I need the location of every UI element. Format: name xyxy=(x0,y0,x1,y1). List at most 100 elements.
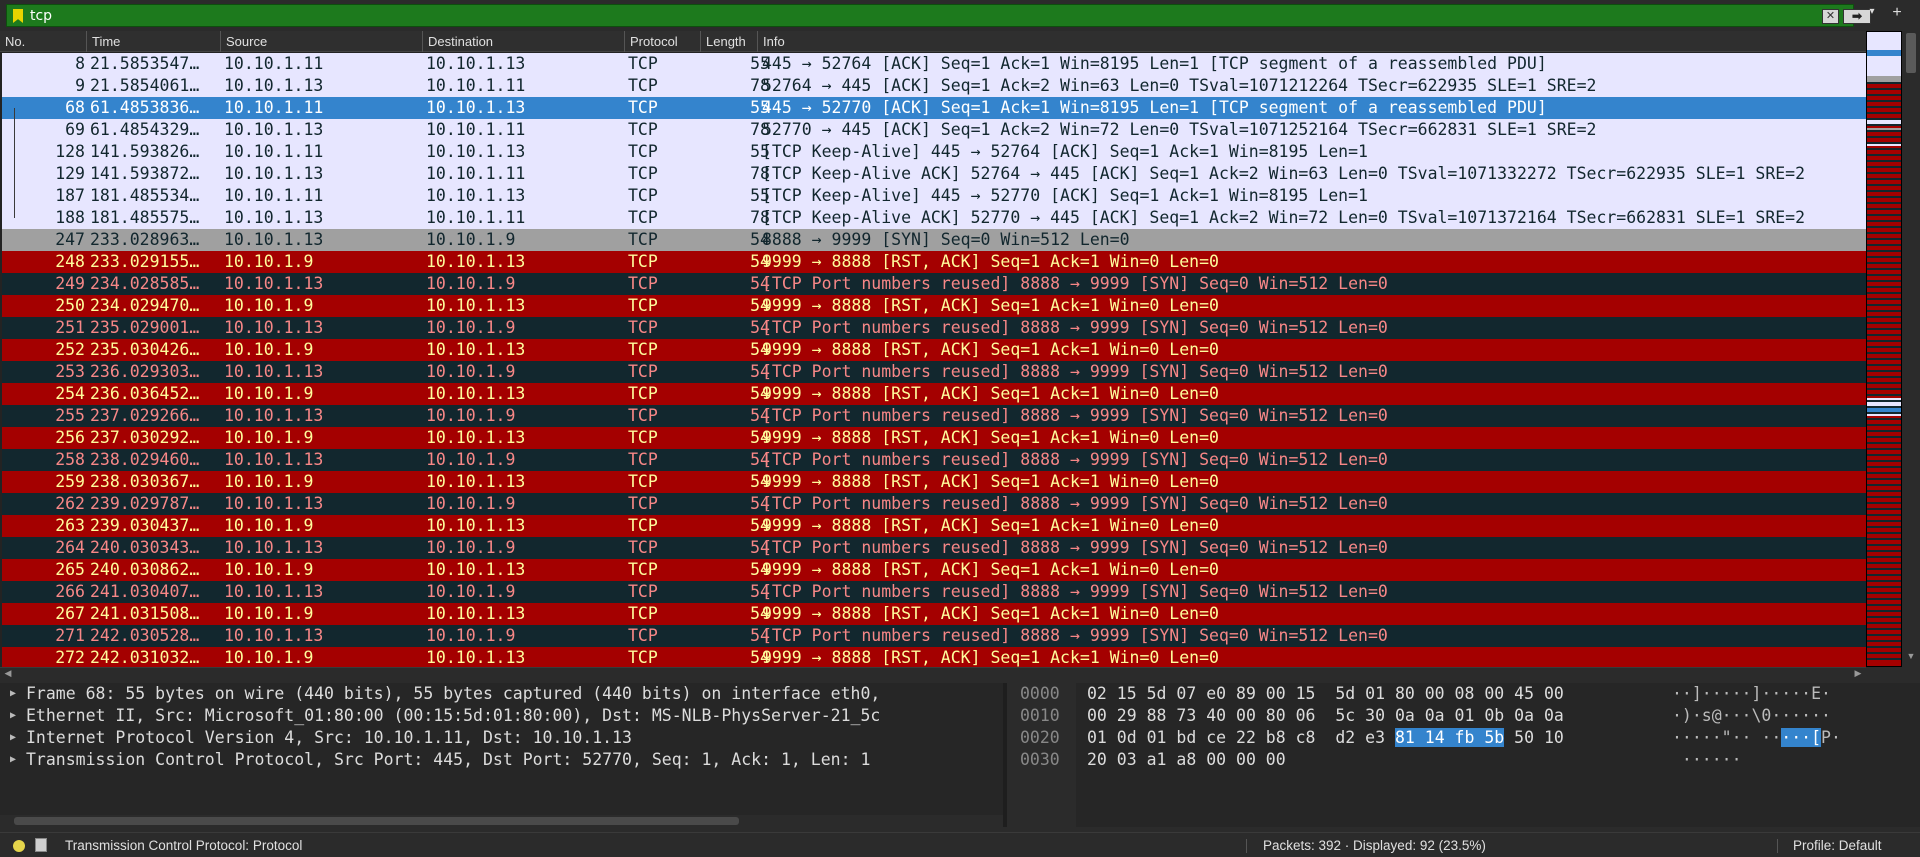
packet-cell-proto: TCP xyxy=(628,472,658,491)
packet-row[interactable]: 259 238.030367… 10.10.1.9 10.10.1.13 TCP 54 99… xyxy=(2,471,1866,493)
scroll-right-arrow-icon[interactable]: ▶ xyxy=(1852,668,1864,679)
scroll-left-arrow-icon[interactable]: ◀ xyxy=(2,668,14,679)
bytes-row[interactable]: 0030 20 03 a1 a8 00 00 00 ······ xyxy=(1007,749,1920,771)
minimap-stripe xyxy=(1867,340,1901,342)
vertical-scrollbar[interactable]: ▼ xyxy=(1904,31,1918,667)
packet-row[interactable]: 262 239.029787… 10.10.1.13 10.10.1.9 TCP 54 [T… xyxy=(2,493,1866,515)
minimap-stripe xyxy=(1867,376,1901,378)
packet-details-pane[interactable]: ▶ Frame 68: 55 bytes on wire (440 bits),… xyxy=(0,683,1003,824)
column-header-info[interactable]: Info xyxy=(758,31,1866,52)
packet-cell-dst: 10.10.1.13 xyxy=(426,142,526,161)
detail-row-ip[interactable]: ▶ Internet Protocol Version 4, Src: 10.1… xyxy=(0,727,1003,749)
bytes-row[interactable]: 0020 01 0d 01 bd ce 22 b8 c8 d2 e3 81 14 … xyxy=(1007,727,1920,749)
packet-row[interactable]: 129 141.593872… 10.10.1.13 10.10.1.11 TCP 78[… xyxy=(2,163,1866,185)
minimap-segment xyxy=(1867,32,1901,50)
ascii-bytes[interactable]: ··]·····]·····E· xyxy=(1672,683,1831,705)
packet-row[interactable]: 256 237.030292… 10.10.1.9 10.10.1.13 TCP 54 99… xyxy=(2,427,1866,449)
status-profile[interactable]: Profile: Default xyxy=(1793,838,1882,853)
packet-row[interactable]: 254 236.036452… 10.10.1.9 10.10.1.13 TCP 54 99… xyxy=(2,383,1866,405)
expert-info-icon[interactable] xyxy=(13,840,25,852)
packet-row[interactable]: 8 21.5853547… 10.10.1.11 10.10.1.13 TCP 55 445… xyxy=(2,53,1866,75)
ascii-bytes[interactable]: ·)·s@···\0······ xyxy=(1672,705,1831,727)
bookmark-icon[interactable] xyxy=(13,9,23,23)
scrollbar-thumb[interactable] xyxy=(1906,33,1916,73)
packet-row[interactable]: 252 235.030426… 10.10.1.9 10.10.1.13 TCP 54 99… xyxy=(2,339,1866,361)
expand-arrow-icon[interactable]: ▶ xyxy=(10,727,16,749)
packet-row[interactable]: 271 242.030528… 10.10.1.13 10.10.1.9 TCP 54 [T… xyxy=(2,625,1866,647)
packet-cell-src: 10.10.1.11 xyxy=(224,186,324,205)
expand-arrow-icon[interactable]: ▶ xyxy=(10,705,16,727)
packet-cell-time: 236.029303… xyxy=(90,362,200,381)
packet-row[interactable]: 264 240.030343… 10.10.1.13 10.10.1.9 TCP 54 [T… xyxy=(2,537,1866,559)
detail-row-tcp[interactable]: ▶ Transmission Control Protocol, Src Por… xyxy=(0,749,1003,771)
packet-cell-src: 10.10.1.13 xyxy=(224,538,324,557)
column-header-source[interactable]: Source xyxy=(221,31,423,52)
packet-row[interactable]: 188 181.485575… 10.10.1.13 10.10.1.11 TCP 78[… xyxy=(2,207,1866,229)
hex-bytes[interactable]: 20 03 a1 a8 00 00 00 xyxy=(1087,749,1286,771)
clear-filter-button[interactable]: ✕ xyxy=(1822,9,1839,24)
details-horizontal-scrollbar[interactable] xyxy=(0,815,1003,827)
packet-cell-info: 8888 → 9999 [SYN] Seq=0 Win=512 Len=0 xyxy=(762,230,1130,249)
packet-row[interactable]: 266 241.030407… 10.10.1.13 10.10.1.9 TCP 54 [T… xyxy=(2,581,1866,603)
minimap-stripe xyxy=(1867,418,1901,420)
packet-row[interactable]: 248 233.029155… 10.10.1.9 10.10.1.13 TCP 54 99… xyxy=(2,251,1866,273)
packet-cell-time: 236.036452… xyxy=(90,384,200,403)
filter-text[interactable]: tcp xyxy=(30,8,52,24)
packet-row[interactable]: 247 233.028963… 10.10.1.13 10.10.1.9 TCP 54 88… xyxy=(2,229,1866,251)
column-header-no[interactable]: No. xyxy=(0,31,87,52)
expand-arrow-icon[interactable]: ▶ xyxy=(10,749,16,771)
expand-arrow-icon[interactable]: ▶ xyxy=(10,683,16,705)
column-header-protocol[interactable]: Protocol xyxy=(625,31,701,52)
packet-cell-info: [TCP Keep-Alive ACK] 52770 → 445 [ACK] S… xyxy=(762,208,1806,227)
column-header-destination[interactable]: Destination xyxy=(423,31,625,52)
minimap-stripe xyxy=(1867,442,1901,444)
packet-cell-dst: 10.10.1.9 xyxy=(426,626,516,645)
ascii-bytes[interactable]: ······ xyxy=(1672,749,1742,771)
column-header-time[interactable]: Time xyxy=(87,31,221,52)
hex-bytes[interactable]: 00 29 88 73 40 00 80 06 5c 30 0a 0a 01 0… xyxy=(1087,705,1564,727)
packet-cell-src: 10.10.1.11 xyxy=(224,54,324,73)
packet-row[interactable]: 128 141.593826… 10.10.1.11 10.10.1.13 TCP 55[… xyxy=(2,141,1866,163)
packet-cell-no: 265 xyxy=(55,560,85,579)
hex-bytes[interactable]: 01 0d 01 bd ce 22 b8 c8 d2 e3 81 14 fb 5… xyxy=(1087,727,1564,749)
packet-row[interactable]: 272 242.031032… 10.10.1.9 10.10.1.13 TCP 54 99… xyxy=(2,647,1866,667)
column-header-length[interactable]: Length xyxy=(701,31,758,52)
packet-cell-proto: TCP xyxy=(628,384,658,403)
packet-row[interactable]: 258 238.029460… 10.10.1.13 10.10.1.9 TCP 54 [T… xyxy=(2,449,1866,471)
packet-cell-time: 21.5854061… xyxy=(90,76,200,95)
related-packet-indicator xyxy=(14,108,24,218)
ascii-bytes[interactable]: ·····"·· ·····[P· xyxy=(1672,727,1841,749)
packet-row[interactable]: 250 234.029470… 10.10.1.9 10.10.1.13 TCP 54 99… xyxy=(2,295,1866,317)
add-filter-button[interactable]: + xyxy=(1884,2,1910,24)
detail-row-ethernet[interactable]: ▶ Ethernet II, Src: Microsoft_01:80:00 (… xyxy=(0,705,1003,727)
filter-history-dropdown[interactable]: ▾ xyxy=(1866,4,1878,20)
packet-cell-no: 258 xyxy=(55,450,85,469)
packet-row[interactable]: 267 241.031508… 10.10.1.9 10.10.1.13 TCP 54 99… xyxy=(2,603,1866,625)
scrollbar-thumb[interactable] xyxy=(14,817,739,825)
packet-row[interactable]: 255 237.029266… 10.10.1.13 10.10.1.9 TCP 54 [T… xyxy=(2,405,1866,427)
packet-row[interactable]: 249 234.028585… 10.10.1.13 10.10.1.9 TCP 54 [T… xyxy=(2,273,1866,295)
packet-row[interactable]: 263 239.030437… 10.10.1.9 10.10.1.13 TCP 54 99… xyxy=(2,515,1866,537)
packet-row[interactable]: 253 236.029303… 10.10.1.13 10.10.1.9 TCP 54 [T… xyxy=(2,361,1866,383)
minimap-stripe xyxy=(1867,142,1901,144)
display-filter-input[interactable]: tcp ✕ ➡ xyxy=(6,4,1871,27)
packet-row[interactable]: 187 181.485534… 10.10.1.11 10.10.1.13 TCP 55[… xyxy=(2,185,1866,207)
packet-row[interactable]: 68 61.4853836… 10.10.1.11 10.10.1.13 TCP 55 44… xyxy=(2,97,1866,119)
scroll-down-arrow-icon[interactable]: ▼ xyxy=(1906,651,1916,663)
packet-minimap[interactable]: ▼ xyxy=(1866,31,1920,667)
intelligent-scrollbar[interactable] xyxy=(1866,31,1902,667)
packet-list[interactable]: No. Time Source Destination Protocol Len… xyxy=(0,31,1866,667)
packet-row[interactable]: 69 61.4854329… 10.10.1.13 10.10.1.11 TCP 78 52… xyxy=(2,119,1866,141)
capture-comment-icon[interactable] xyxy=(35,838,47,852)
packet-row[interactable]: 251 235.029001… 10.10.1.13 10.10.1.9 TCP 54 [T… xyxy=(2,317,1866,339)
packet-list-horizontal-scrollbar[interactable]: ◀ ▶ xyxy=(0,667,1866,679)
minimap-stripe xyxy=(1867,148,1901,150)
packet-row[interactable]: 265 240.030862… 10.10.1.9 10.10.1.13 TCP 54 99… xyxy=(2,559,1866,581)
packet-bytes-pane[interactable]: 0000 02 15 5d 07 e0 89 00 15 5d 01 80 00 … xyxy=(1007,683,1920,827)
packet-row[interactable]: 9 21.5854061… 10.10.1.13 10.10.1.11 TCP 78 527… xyxy=(2,75,1866,97)
bytes-row[interactable]: 0000 02 15 5d 07 e0 89 00 15 5d 01 80 00 … xyxy=(1007,683,1920,705)
detail-row-frame[interactable]: ▶ Frame 68: 55 bytes on wire (440 bits),… xyxy=(0,683,1003,705)
packet-cell-time: 61.4853836… xyxy=(90,98,200,117)
bytes-row[interactable]: 0010 00 29 88 73 40 00 80 06 5c 30 0a 0a … xyxy=(1007,705,1920,727)
hex-bytes[interactable]: 02 15 5d 07 e0 89 00 15 5d 01 80 00 08 0… xyxy=(1087,683,1564,705)
